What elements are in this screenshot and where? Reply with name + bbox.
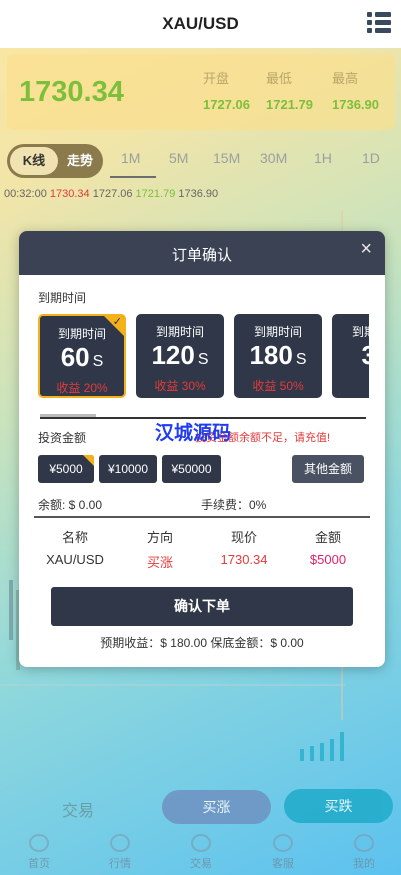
page-title: XAU/USD <box>162 14 239 33</box>
amount-5000-button[interactable]: ¥5000 <box>38 455 94 483</box>
tab-kline[interactable]: K线 <box>10 147 58 175</box>
nav-home[interactable]: 首页 <box>9 834 69 871</box>
close-icon[interactable]: × <box>360 238 372 261</box>
nav-trade[interactable]: 交易 <box>171 834 231 871</box>
expire-card-120[interactable]: 到期时间 120 S 收益 30% <box>136 314 224 398</box>
volume-bar <box>330 739 334 761</box>
volume-bar <box>320 743 324 761</box>
row-direction: 买涨 <box>146 555 173 570</box>
amount-10000-button[interactable]: ¥10000 <box>99 455 157 483</box>
high-stat: 最高 1736.90 <box>332 68 379 112</box>
nav-label: 我的 <box>353 858 375 870</box>
card-label: 到期时间 <box>155 325 204 339</box>
chart-bar <box>9 580 13 640</box>
buy-up-button[interactable]: 买涨 <box>162 790 271 824</box>
list-menu-icon[interactable] <box>367 11 391 35</box>
volume-bar <box>340 732 344 761</box>
open-stat: 开盘 1727.06 <box>203 68 250 112</box>
tab-30m[interactable]: 30M <box>260 150 287 166</box>
other-amount-button[interactable]: 其他金额 <box>292 455 364 483</box>
trade-icon <box>191 834 211 852</box>
modal-header: 订单确认 × <box>19 231 385 275</box>
quote-high: 1736.90 <box>178 188 219 200</box>
quote-line: 00:32:00 1730.34 1727.06 1721.79 1736.90 <box>4 188 218 200</box>
expire-cards: 到期时间 60 S 收益 20% ✓ 到期时间 120 S 收益 30% 到期时间 … <box>38 314 369 400</box>
nav-mine[interactable]: 我的 <box>334 834 394 871</box>
volume-bar <box>310 746 314 761</box>
open-value: 1727.06 <box>203 97 250 112</box>
header-direction: 方向 <box>146 530 173 545</box>
price-card: 1730.34 开盘 1727.06 最低 1721.79 最高 1736.90 <box>7 54 395 130</box>
current-price: 1730.34 <box>19 76 124 108</box>
trade-label: 交易 <box>62 803 95 820</box>
expected-summary: 预期收益：$ 180.00 保底金额：$ 0.00 <box>100 636 304 650</box>
nav-label: 行情 <box>109 858 131 870</box>
card-seconds: 60 S <box>60 342 104 372</box>
high-label: 最高 <box>332 71 359 86</box>
quote-time: 00:32:00 <box>4 188 47 200</box>
home-icon <box>29 834 49 852</box>
expire-card-180[interactable]: 到期时间 180 S 收益 50% <box>234 314 322 398</box>
nav-label: 客服 <box>272 858 294 870</box>
fee-text: 手续费：0% <box>201 498 267 512</box>
card-profit: 收益 20% <box>56 381 108 395</box>
nav-market[interactable]: 行情 <box>90 834 150 871</box>
tab-5m[interactable]: 5M <box>169 150 188 166</box>
tab-trend[interactable]: 走势 <box>59 147 101 175</box>
modal-title: 订单确认 <box>171 247 232 264</box>
card-label: 到期时间 <box>253 325 302 339</box>
user-icon <box>354 834 374 852</box>
expire-label: 到期时间 <box>38 291 87 305</box>
tab-1h[interactable]: 1H <box>314 150 332 166</box>
card-seconds: 120 S <box>151 340 209 370</box>
watermark: 汉城源码 <box>155 423 232 444</box>
header-price: 现价 <box>230 530 257 545</box>
row-price: 1730.34 <box>220 552 268 567</box>
buy-down-button[interactable]: 买跌 <box>284 789 393 823</box>
header-name: 名称 <box>61 530 88 545</box>
tab-1d[interactable]: 1D <box>362 150 380 166</box>
card-profit: 收益 30% <box>154 379 206 393</box>
quote-close: 1730.34 <box>49 188 90 200</box>
low-stat: 最低 1721.79 <box>266 68 313 112</box>
bottom-nav: 首页 行情 交易 客服 我的 <box>0 828 401 875</box>
tab-1m[interactable]: 1M <box>121 150 140 166</box>
nav-label: 交易 <box>190 858 212 870</box>
row-amount: $5000 <box>309 552 347 567</box>
card-seconds: 30 <box>361 340 369 370</box>
selected-corner <box>83 455 94 466</box>
balance-text: 余额: $ 0.00 <box>38 498 103 512</box>
top-bar: XAU/USD <box>0 0 401 48</box>
nav-service[interactable]: 客服 <box>253 834 313 871</box>
order-confirm-modal: 订单确认 × 到期时间 到期时间 60 S 收益 20% ✓ 到期时间 120 S … <box>19 231 385 667</box>
expire-card-partial[interactable]: 到期时间 30 <box>332 314 369 398</box>
row-name: XAU/USD <box>46 552 104 567</box>
market-icon <box>110 834 130 852</box>
service-icon <box>273 834 293 852</box>
open-label: 开盘 <box>203 71 230 86</box>
nav-label: 首页 <box>28 858 50 870</box>
low-value: 1721.79 <box>266 97 313 112</box>
card-profit: 收益 50% <box>252 379 304 393</box>
volume-bar <box>300 749 304 761</box>
card-label: 到期时间 <box>351 325 369 339</box>
invest-label: 投资金额 <box>38 431 87 445</box>
confirm-order-button[interactable]: 确认下单 <box>51 587 353 626</box>
chart-type-toggle: K线 走势 <box>7 144 103 178</box>
expire-card-60[interactable]: 到期时间 60 S 收益 20% ✓ <box>38 314 126 398</box>
divider <box>34 516 370 518</box>
low-label: 最低 <box>266 71 293 86</box>
amount-50000-button[interactable]: ¥50000 <box>162 455 221 483</box>
chart-tabs: K线 走势 1M 5M 15M 30M 1H 1D <box>0 138 401 182</box>
header-amount: 金额 <box>314 530 341 545</box>
high-value: 1736.90 <box>332 97 379 112</box>
tab-15m[interactable]: 15M <box>213 150 240 166</box>
tab-underline <box>110 176 156 178</box>
quote-low: 1721.79 <box>135 188 176 200</box>
card-seconds: 180 S <box>249 340 307 370</box>
quote-open: 1727.06 <box>92 188 133 200</box>
check-icon: ✓ <box>112 316 122 328</box>
